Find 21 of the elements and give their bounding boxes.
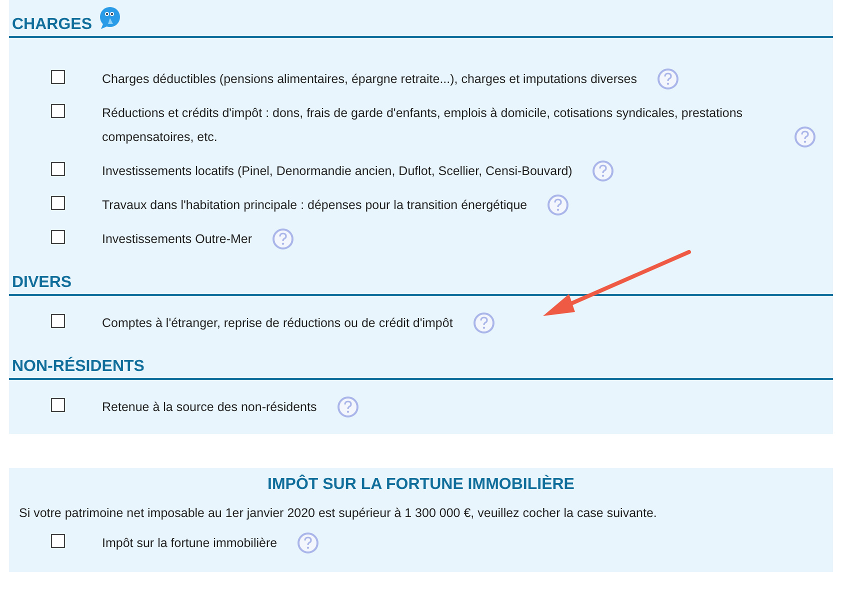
instruction-text: Si votre patrimoine net imposable au 1er janvier 2020 est supérieur à 1 300 000 €, veuillez cocher la case suivante. xyxy=(19,506,658,520)
checkbox[interactable] xyxy=(51,104,65,118)
item-label: Impôt sur la fortune immobilière xyxy=(102,535,278,552)
item-label: Réductions et crédits d'impôt : dons, frais de garde d'enfants, emplois à domicile, cotisations syndicales, prestations compensatoires, etc. xyxy=(102,105,744,146)
checkbox[interactable] xyxy=(51,70,65,84)
checkbox[interactable] xyxy=(51,314,65,328)
section-heading: DIVERS xyxy=(12,274,72,292)
checkbox[interactable] xyxy=(51,534,65,548)
item-label: Comptes à l'étranger, reprise de réductions ou de crédit d'impôt xyxy=(102,315,453,332)
checkbox[interactable] xyxy=(51,162,65,176)
item-label: Travaux dans l'habitation principale : dépenses pour la transition énergétique xyxy=(102,197,528,214)
panel-title: IMPÔT SUR LA FORTUNE IMMOBILIÈRE xyxy=(266,476,576,494)
checkbox[interactable] xyxy=(51,230,65,244)
item-label: Retenue à la source des non-résidents xyxy=(102,399,317,416)
item-label: Investissements Outre-Mer xyxy=(102,231,252,248)
section-heading: NON-RÉSIDENTS xyxy=(12,358,144,376)
section-heading: CHARGES xyxy=(12,16,92,34)
checkbox[interactable] xyxy=(51,196,65,210)
checkbox[interactable] xyxy=(51,398,65,412)
item-label: Investissements locatifs (Pinel, Denormandie ancien, Duflot, Scellier, Censi-Bouvard) xyxy=(102,163,572,180)
item-label: Charges déductibles (pensions alimentaires, épargne retraite...), charges et imputations diverses xyxy=(102,71,637,88)
